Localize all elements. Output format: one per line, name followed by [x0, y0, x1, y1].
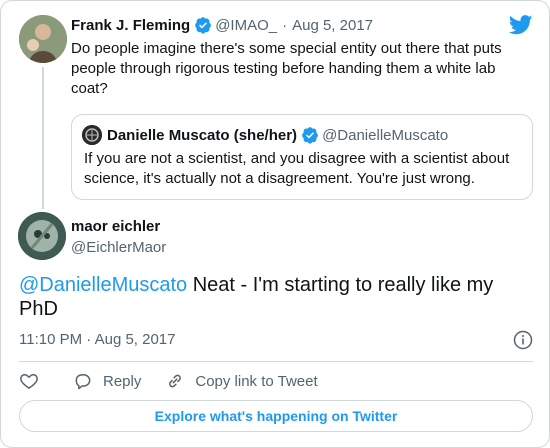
author-handle[interactable]: @EichlerMaor: [71, 239, 166, 256]
parent-tweet-header: Frank J. Fleming @IMAO_ · Aug 5, 2017: [71, 16, 373, 34]
avatar[interactable]: [18, 212, 66, 260]
quoted-avatar: [82, 125, 102, 145]
quoted-tweet[interactable]: Danielle Muscato (she/her) @DanielleMusc…: [71, 114, 533, 200]
embedded-tweet-card: Frank J. Fleming @IMAO_ · Aug 5, 2017 Do…: [0, 0, 550, 448]
quoted-tweet-header: Danielle Muscato (she/her) @DanielleMusc…: [82, 125, 448, 145]
mention-link[interactable]: @DanielleMuscato: [19, 274, 187, 296]
avatar-image: [19, 15, 67, 63]
separator-dot: ·: [282, 16, 288, 34]
quoted-avatar-image: [82, 125, 102, 145]
tweet-actions: Reply Copy link to Tweet: [19, 370, 342, 392]
author-handle[interactable]: @IMAO_: [215, 17, 277, 34]
verified-badge-icon: [195, 17, 212, 34]
info-icon[interactable]: [513, 330, 533, 350]
link-icon: [169, 374, 182, 388]
copy-link-button[interactable]: Copy link to Tweet: [165, 371, 318, 391]
tweet-date[interactable]: Aug 5, 2017: [292, 17, 373, 34]
quoted-tweet-text: If you are not a scientist, and you disa…: [84, 150, 510, 187]
thread-connector-line: [42, 67, 44, 209]
copy-link-label: Copy link to Tweet: [195, 372, 318, 390]
explore-twitter-button[interactable]: Explore what's happening on Twitter: [19, 400, 533, 432]
main-tweet-text: @DanielleMuscato Neat - I'm starting to …: [19, 273, 529, 321]
parent-tweet-text: Do people imagine there's some special e…: [71, 40, 502, 97]
tweet-timestamp[interactable]: 11:10 PM · Aug 5, 2017: [19, 331, 176, 348]
quoted-author-handle: @DanielleMuscato: [322, 126, 449, 144]
reply-icon: [75, 374, 91, 390]
twitter-bird-icon[interactable]: [509, 15, 533, 35]
quoted-author-name: Danielle Muscato (she/her): [107, 126, 298, 144]
verified-badge-icon: [302, 127, 318, 144]
divider: [19, 361, 533, 362]
reply-label: Reply: [103, 372, 142, 390]
like-button[interactable]: [19, 371, 49, 391]
heart-icon: [20, 373, 38, 389]
avatar[interactable]: [19, 15, 67, 63]
avatar-image: [18, 212, 66, 260]
author-name[interactable]: Frank J. Fleming: [71, 17, 190, 34]
author-name[interactable]: maor eichler: [71, 218, 160, 235]
reply-button[interactable]: Reply: [73, 371, 141, 391]
